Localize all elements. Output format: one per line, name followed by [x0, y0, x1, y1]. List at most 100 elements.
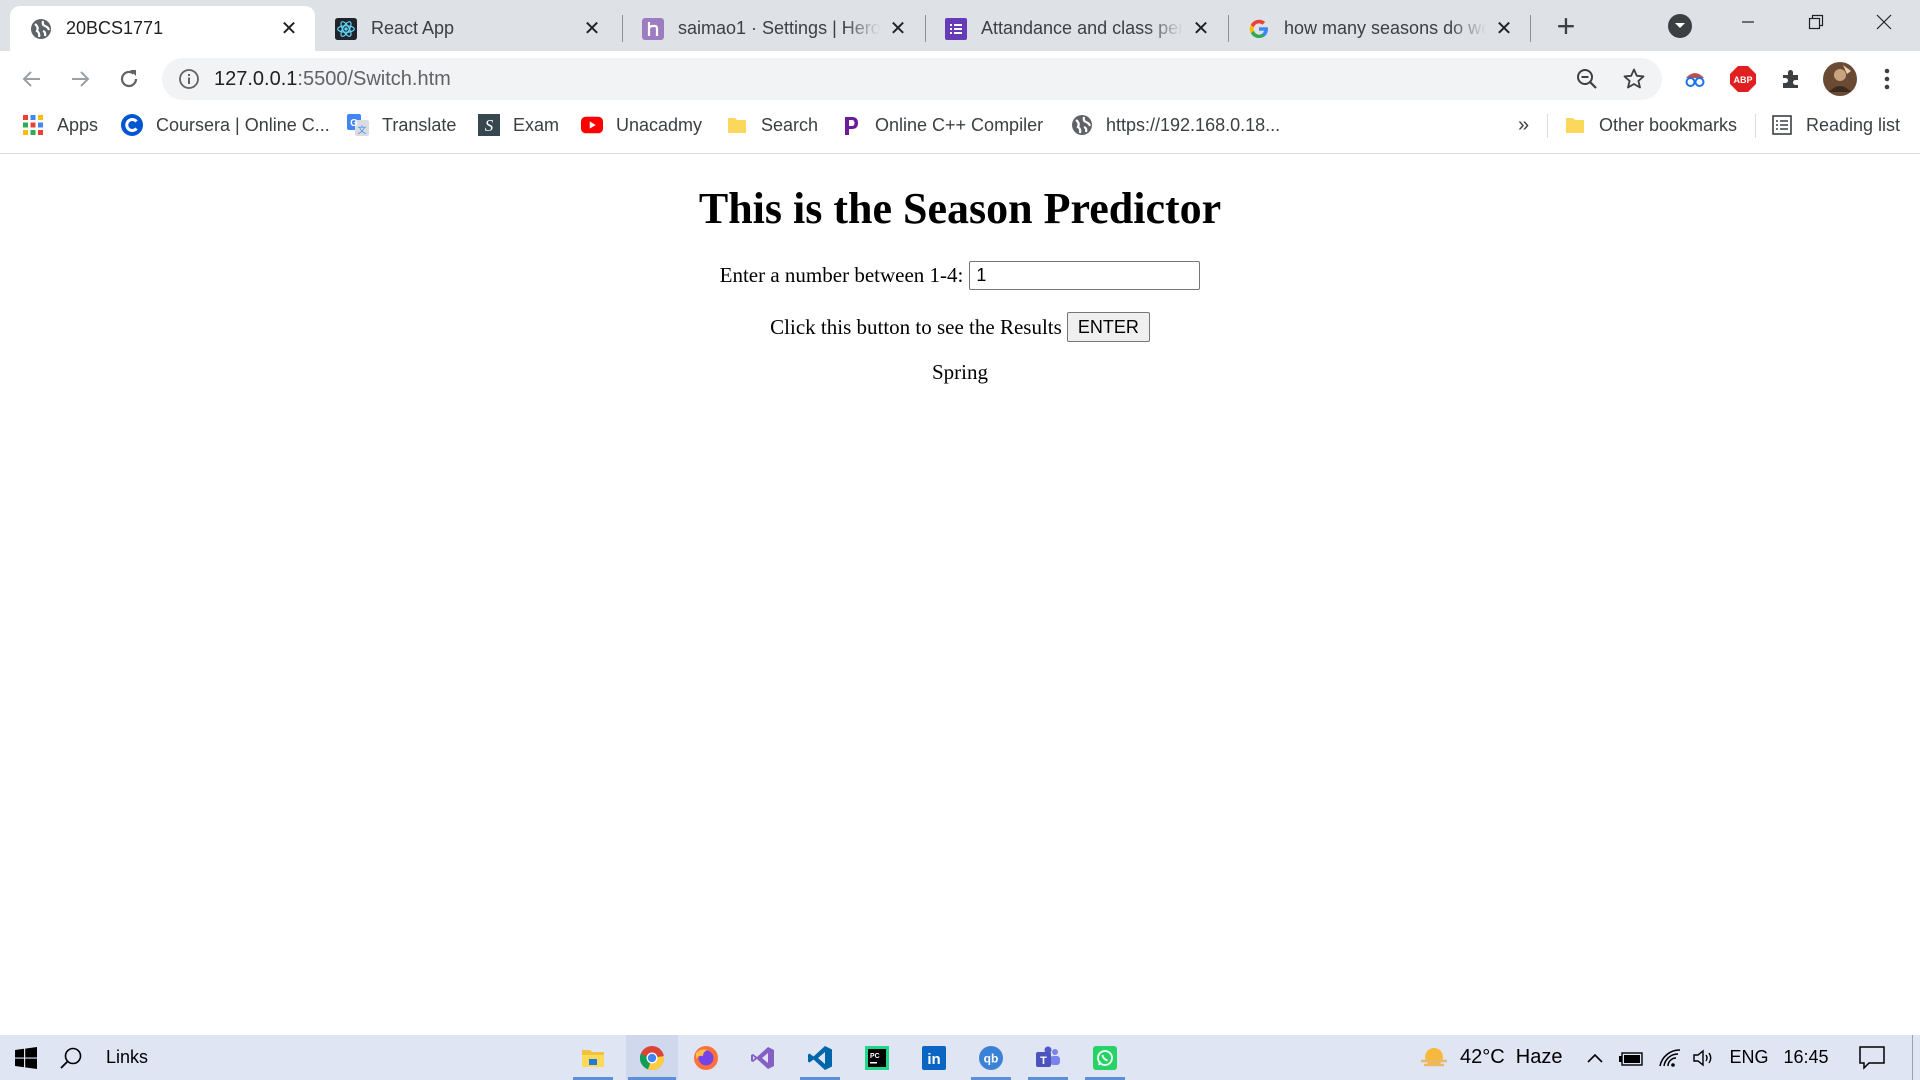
- volume-control[interactable]: [1689, 1035, 1719, 1080]
- tab-20bcs1771[interactable]: 20BCS1771 ✕: [10, 6, 315, 51]
- arrow-left-icon: [22, 71, 40, 87]
- number-input-label: Enter a number between 1-4:: [719, 263, 964, 287]
- taskbar-linkedin[interactable]: in: [912, 1035, 956, 1080]
- linkedin-icon: in: [922, 1045, 946, 1070]
- close-window-button[interactable]: [1852, 0, 1916, 44]
- chevron-up-icon: [1587, 1053, 1603, 1063]
- tab-title: Attandance and class perf: [981, 18, 1183, 38]
- bookmark-label: Exam: [513, 114, 560, 135]
- number-input-row: Enter a number between 1-4:: [0, 261, 1920, 290]
- pycharm-icon: PC: [865, 1045, 889, 1070]
- profile-avatar[interactable]: [1822, 61, 1858, 97]
- reading-list[interactable]: Reading list: [1771, 106, 1900, 144]
- close-icon[interactable]: ✕: [580, 17, 604, 41]
- bookmark-exam[interactable]: S Exam: [478, 106, 559, 144]
- extensions-menu-button[interactable]: [1776, 64, 1806, 94]
- taskbar-visual-studio[interactable]: [741, 1035, 785, 1080]
- taskbar-pycharm[interactable]: PC: [855, 1035, 899, 1080]
- react-icon: [335, 17, 357, 40]
- chrome-icon: [639, 1045, 665, 1070]
- other-bookmarks[interactable]: Other bookmarks: [1564, 106, 1737, 144]
- taskbar-chrome[interactable]: [626, 1035, 678, 1080]
- star-icon: [1623, 68, 1645, 89]
- new-tab-button[interactable]: +: [1551, 8, 1581, 44]
- folder-icon: [726, 114, 748, 136]
- site-info-icon[interactable]: [178, 68, 200, 90]
- bookmark-local-ip[interactable]: https://192.168.0.18...: [1071, 106, 1280, 144]
- bookmark-label: Online C++ Compiler: [875, 114, 1044, 135]
- address-bar[interactable]: 127.0.0.1:5500/Switch.htm: [162, 58, 1662, 100]
- input-language[interactable]: ENG: [1726, 1035, 1772, 1080]
- bookmark-coursera[interactable]: Coursera | Online C...: [121, 106, 330, 144]
- weather-widget[interactable]: 42°C Haze: [1418, 1035, 1570, 1080]
- url-text[interactable]: 127.0.0.1:5500/Switch.htm: [214, 68, 451, 91]
- taskbar-search[interactable]: Links: [58, 1035, 168, 1080]
- battery-icon: [1619, 1051, 1643, 1066]
- zoom-button[interactable]: [1574, 66, 1600, 92]
- bookmark-apps[interactable]: Apps: [22, 106, 98, 144]
- bookmark-translate[interactable]: G文 Translate: [347, 106, 456, 144]
- close-icon[interactable]: ✕: [1492, 17, 1516, 41]
- apps-grid-icon: [22, 114, 44, 136]
- taskbar-file-explorer[interactable]: [571, 1035, 615, 1080]
- season-number-input[interactable]: [969, 261, 1201, 290]
- bookmark-star-button[interactable]: [1621, 66, 1647, 92]
- forward-button[interactable]: [64, 63, 96, 95]
- tab-search-button[interactable]: [1668, 14, 1692, 38]
- translate-icon: G文: [347, 114, 369, 136]
- svg-text:qb: qb: [984, 1051, 999, 1065]
- chrome-menu-button[interactable]: [1872, 64, 1902, 94]
- bookmarks-overflow-button[interactable]: »: [1518, 106, 1529, 144]
- adblock-plus-button[interactable]: ABP: [1728, 64, 1758, 94]
- tab-heroku-settings[interactable]: saimao1 · Settings | Herok ✕: [622, 6, 924, 51]
- bookmark-cpp-compiler[interactable]: Online C++ Compiler: [840, 106, 1043, 144]
- reload-icon: [120, 70, 138, 88]
- minimize-icon: [1742, 21, 1754, 23]
- tab-title: how many seasons do we: [1284, 18, 1486, 38]
- taskbar-vscode[interactable]: [798, 1035, 842, 1080]
- vscode-icon: [808, 1045, 832, 1070]
- close-icon[interactable]: ✕: [1189, 17, 1213, 41]
- action-center-button[interactable]: [1852, 1035, 1892, 1080]
- coursera-icon: [121, 114, 143, 136]
- taskbar-firefox[interactable]: [684, 1035, 728, 1080]
- avatar-icon: [1823, 62, 1857, 96]
- taskbar-whatsapp[interactable]: [1083, 1035, 1127, 1080]
- show-desktop-button[interactable]: [1912, 1035, 1920, 1080]
- taskbar-teams[interactable]: T: [1026, 1035, 1070, 1080]
- tab-react-app[interactable]: React App ✕: [315, 6, 618, 51]
- reading-list-label: Reading list: [1806, 114, 1901, 135]
- submit-row: Click this button to see the Results ENT…: [0, 312, 1920, 342]
- bookmark-search-folder[interactable]: Search: [726, 106, 818, 144]
- windows-logo-icon: [15, 1046, 37, 1069]
- reload-button[interactable]: [113, 63, 145, 95]
- back-button[interactable]: [16, 63, 48, 95]
- battery-status[interactable]: [1617, 1035, 1647, 1080]
- minimize-button[interactable]: [1716, 0, 1780, 44]
- tab-title: React App: [371, 18, 455, 38]
- teams-icon: T: [1036, 1046, 1060, 1067]
- qbittorrent-icon: qb: [979, 1045, 1003, 1070]
- show-hidden-icons-button[interactable]: [1583, 1035, 1607, 1080]
- other-bookmarks-label: Other bookmarks: [1599, 114, 1738, 135]
- restore-icon: [1808, 14, 1824, 30]
- compiler-icon: [840, 114, 862, 136]
- restore-button[interactable]: [1784, 0, 1848, 44]
- bookmark-separator: [1755, 114, 1756, 138]
- close-icon[interactable]: ✕: [886, 17, 910, 41]
- close-icon[interactable]: ✕: [277, 17, 301, 41]
- tab-title: 20BCS1771: [66, 18, 164, 38]
- taskbar-qbittorrent[interactable]: qb: [969, 1035, 1013, 1080]
- puzzle-icon: [1783, 70, 1798, 88]
- enter-button[interactable]: ENTER: [1066, 312, 1150, 342]
- extension-button[interactable]: [1680, 64, 1710, 94]
- tab-google-search[interactable]: how many seasons do we ✕: [1228, 6, 1530, 51]
- sun-haze-icon: [1421, 1047, 1447, 1066]
- tab-attendance-form[interactable]: Attandance and class perf ✕: [925, 6, 1227, 51]
- bookmark-unacadmy[interactable]: Unacadmy: [581, 106, 702, 144]
- network-status[interactable]: [1655, 1035, 1685, 1080]
- zoom-out-icon: [1577, 69, 1597, 89]
- svg-text:ABP: ABP: [1733, 75, 1752, 85]
- start-button[interactable]: [0, 1035, 52, 1080]
- clock[interactable]: 16:45: [1779, 1035, 1833, 1080]
